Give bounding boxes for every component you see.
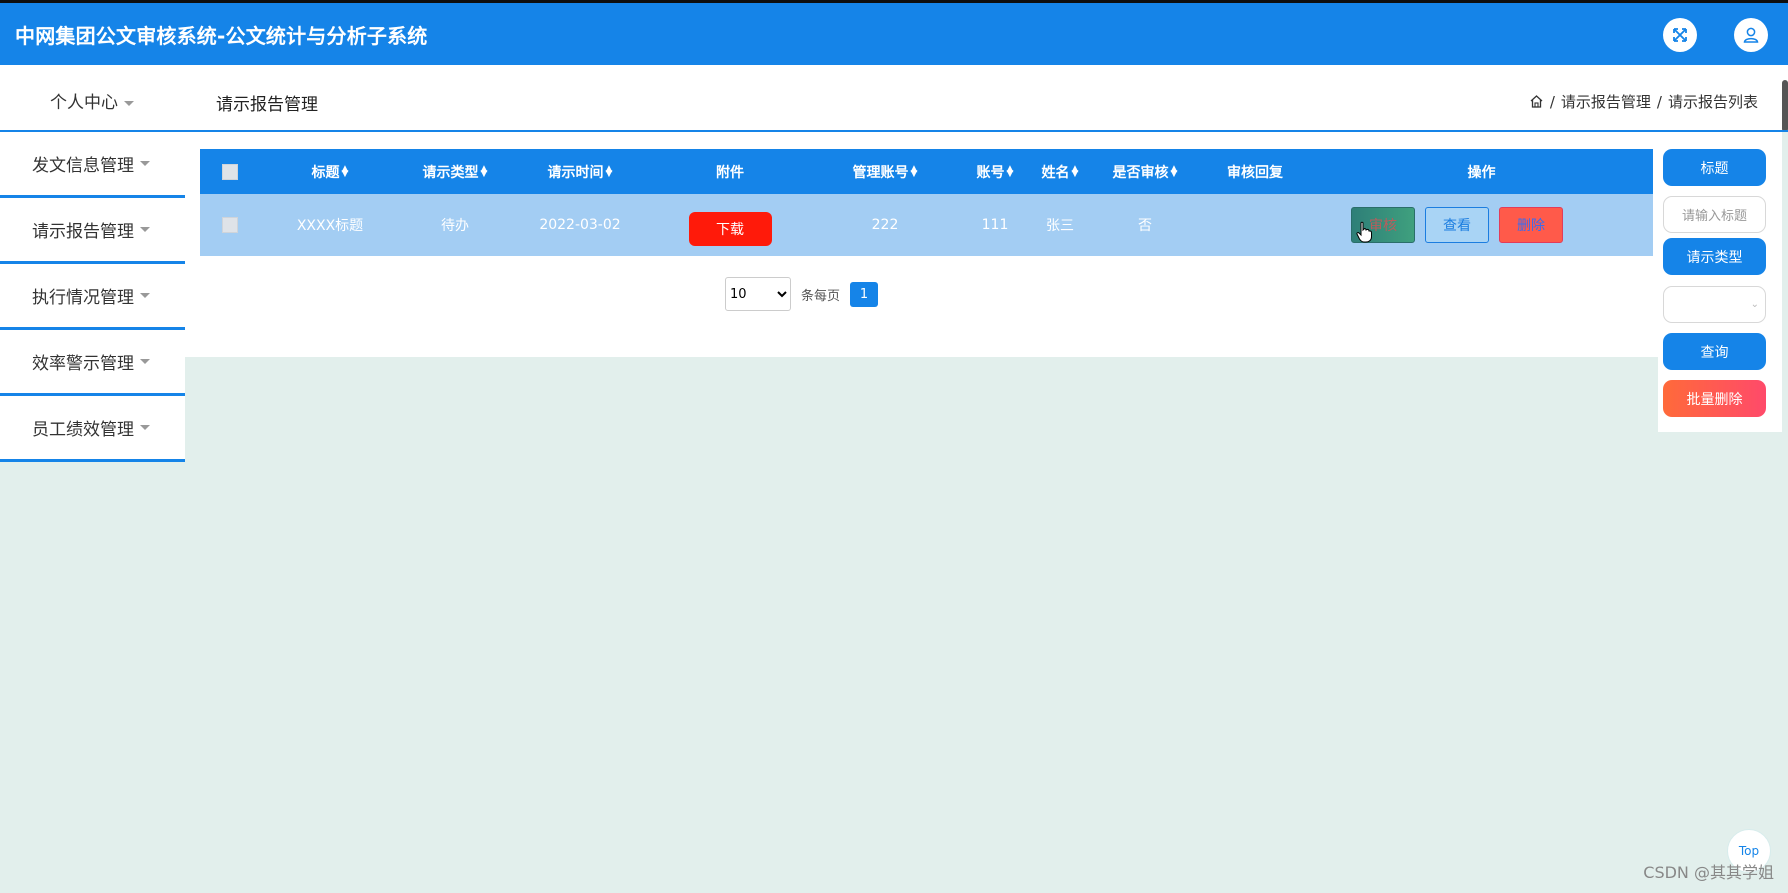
title-search-input[interactable]: 请输入标题 [1663,196,1766,233]
sort-icon: ▲ ▼ [341,163,349,179]
sidebar-item-document-info[interactable]: 发文信息管理 [0,132,185,198]
column-header-type[interactable]: 请示类型 ▲ ▼ [400,149,510,194]
caret-down-icon [140,161,150,166]
top-navigation-bar: 个人中心 请示报告管理 / 请示报告管理 / 请示报告列表 [0,65,1788,132]
cell-reviewed: 否 [1138,218,1152,234]
sort-icon: ▲ ▼ [1170,163,1178,179]
query-button[interactable]: 查询 [1663,333,1766,370]
search-panel: 标题 请输入标题 请示类型 ⌄ 查询 批量删除 [1658,132,1782,432]
fullscreen-button[interactable] [1663,18,1697,52]
column-header-actions: 操作 [1467,164,1496,181]
app-header: 中网集团公文审核系统-公文统计与分析子系统 [0,0,1788,65]
row-select-cell [200,194,260,256]
table-row[interactable]: XXXX标题 待办 2022-03-02 下载 222 111 张三 否 审核 … [200,194,1653,256]
cell-manager-account: 222 [871,217,899,233]
select-all-cell [200,149,260,194]
column-header-title[interactable]: 标题 ▲ ▼ [260,149,400,194]
sort-icon: ▲ ▼ [1006,163,1014,179]
caret-down-icon [140,293,150,298]
view-button[interactable]: 查看 [1425,207,1489,243]
caret-down-icon [140,227,150,232]
cell-name: 张三 [1046,218,1074,234]
pagination: 10 条每页 1 [725,277,879,311]
expand-icon [1673,28,1687,42]
column-header-manager-account[interactable]: 管理账号 ▲ ▼ [810,149,960,194]
audit-button-label: 审核 [1369,218,1397,234]
cell-reply [1200,194,1310,256]
breadcrumb: / 请示报告管理 / 请示报告列表 [1529,91,1758,112]
sidebar-item-performance[interactable]: 员工绩效管理 [0,396,185,462]
cell-account: 111 [981,217,1009,233]
watermark: CSDN @其其学姐 [1643,863,1774,882]
delete-button[interactable]: 删除 [1499,207,1563,243]
page-number-current[interactable]: 1 [850,281,879,307]
scrollbar[interactable] [1782,80,1788,132]
chevron-down-icon: ⌄ [1750,299,1759,310]
page-size-select[interactable]: 10 [725,277,791,311]
table-header: 标题 ▲ ▼ 请示类型 ▲ ▼ 请示时间 ▲ ▼ 附件 管理账号 ▲ ▼ 账号 ▲ ▼ 姓名 ▲ ▼ 是… [200,149,1653,194]
sort-icon: ▲ ▼ [910,163,918,179]
column-header-name[interactable]: 姓名 ▲ ▼ [1030,149,1090,194]
cell-title: XXXX标题 [296,218,364,234]
sort-icon: ▲ ▼ [605,163,613,179]
cell-actions: 审核 查看 删除 [1351,194,1571,256]
per-page-label: 条每页 [801,288,841,304]
download-button[interactable]: 下载 [688,212,772,246]
caret-down-icon [124,100,134,106]
page-title: 请示报告管理 [216,95,318,115]
sidebar-item-label: 效率警示管理 [32,354,134,374]
type-select[interactable]: ⌄ [1663,286,1766,323]
user-menu-button[interactable] [1734,18,1768,52]
sort-icon: ▲ ▼ [480,163,488,179]
user-icon [1743,27,1759,43]
sidebar: 发文信息管理 请示报告管理 执行情况管理 效率警示管理 员工绩效管理 [0,132,185,462]
select-all-checkbox[interactable] [222,163,238,180]
sidebar-item-label: 请示报告管理 [32,222,134,242]
column-header-reply: 审核回复 [1227,164,1283,181]
personal-center-label: 个人中心 [50,93,118,113]
cell-time: 2022-03-02 [539,217,621,233]
sidebar-item-label: 员工绩效管理 [32,420,134,440]
batch-delete-button[interactable]: 批量删除 [1663,380,1766,417]
sidebar-item-label: 发文信息管理 [32,156,134,176]
row-checkbox[interactable] [222,217,238,233]
column-header-attachment: 附件 [716,164,744,181]
column-header-reviewed[interactable]: 是否审核 ▲ ▼ [1090,149,1200,194]
column-header-time[interactable]: 请示时间 ▲ ▼ [510,149,650,194]
app-title: 中网集团公文审核系统-公文统计与分析子系统 [15,24,428,48]
home-icon[interactable] [1529,94,1544,109]
column-header-account[interactable]: 账号 ▲ ▼ [960,149,1030,194]
sidebar-item-efficiency-warning[interactable]: 效率警示管理 [0,330,185,396]
cell-attachment: 下载 [650,194,810,256]
type-filter-label: 请示类型 [1663,238,1766,275]
sidebar-item-execution[interactable]: 执行情况管理 [0,264,185,330]
caret-down-icon [140,425,150,430]
caret-down-icon [140,359,150,364]
main-content: 标题 ▲ ▼ 请示类型 ▲ ▼ 请示时间 ▲ ▼ 附件 管理账号 ▲ ▼ 账号 ▲ ▼ 姓名 ▲ ▼ 是… [185,132,1658,357]
report-table: 标题 ▲ ▼ 请示类型 ▲ ▼ 请示时间 ▲ ▼ 附件 管理账号 ▲ ▼ 账号 ▲ ▼ 姓名 ▲ ▼ 是… [200,149,1653,256]
pointer-cursor-icon [1356,221,1372,243]
breadcrumb-item-current: 请示报告列表 [1667,93,1758,111]
sidebar-item-label: 执行情况管理 [32,288,134,308]
personal-center-menu[interactable]: 个人中心 [50,88,134,113]
sort-icon: ▲ ▼ [1071,163,1079,179]
breadcrumb-item[interactable]: 请示报告管理 [1561,91,1651,112]
cell-type: 待办 [441,218,469,234]
title-filter-label: 标题 [1663,149,1766,186]
sidebar-item-request-report[interactable]: 请示报告管理 [0,198,185,264]
